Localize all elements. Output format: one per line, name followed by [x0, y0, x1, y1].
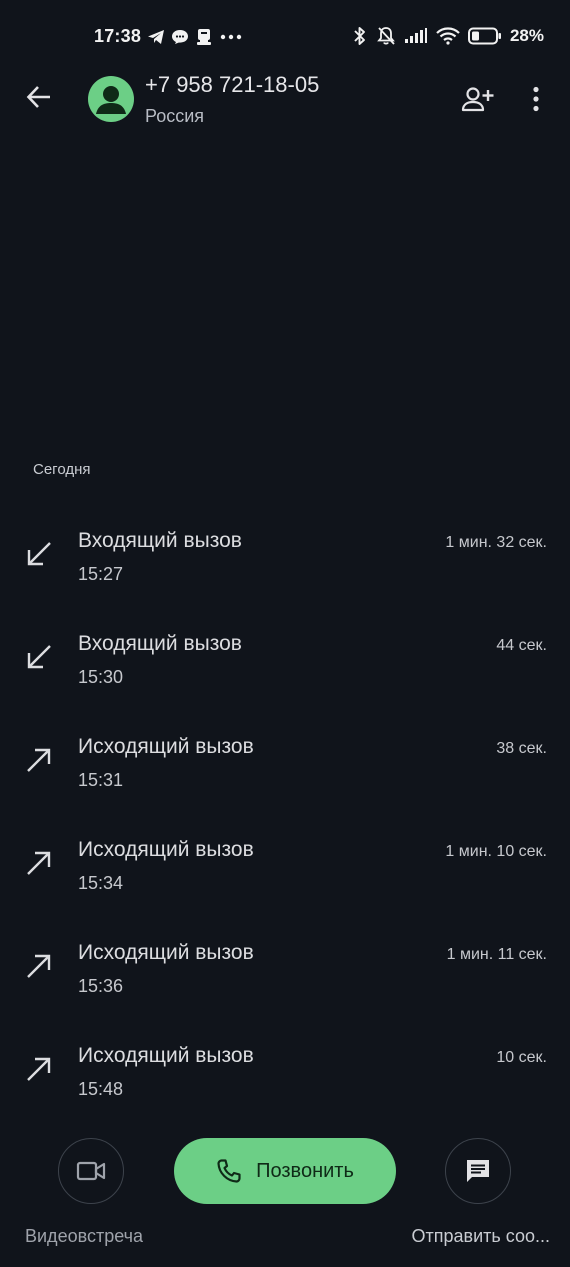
call-entry[interactable]: Исходящий вызов 15:48 10 сек.	[0, 1024, 570, 1127]
video-call-label[interactable]: Видеовстреча	[25, 1226, 143, 1247]
contact-number: +7 958 721-18-05	[145, 72, 320, 97]
call-duration: 44 сек.	[496, 637, 547, 654]
call-type: Исходящий вызов	[78, 1044, 254, 1067]
call-entry[interactable]: Исходящий вызов 15:36 1 мин. 11 сек.	[0, 921, 570, 1024]
outgoing-call-arrow-icon	[27, 748, 51, 772]
call-details-screen: 17:38 28% +7 958 721-18-05 Россия Сегодн…	[0, 0, 570, 1267]
call-duration: 1 мин. 10 сек.	[445, 843, 547, 860]
call-type: Исходящий вызов	[78, 838, 254, 861]
call-duration: 38 сек.	[496, 740, 547, 757]
back-button[interactable]	[22, 80, 56, 114]
battery-icon	[467, 27, 502, 45]
outgoing-call-arrow-icon	[27, 954, 51, 978]
call-entry[interactable]: Исходящий вызов 15:34 1 мин. 10 сек.	[0, 818, 570, 921]
call-type: Входящий вызов	[78, 632, 242, 655]
call-button-label: Позвонить	[256, 1159, 354, 1182]
status-bar: 17:38 28%	[0, 26, 570, 54]
add-contact-button[interactable]	[459, 82, 497, 116]
section-heading-today: Сегодня	[33, 461, 91, 478]
call-duration: 10 сек.	[496, 1049, 547, 1066]
send-message-button[interactable]	[445, 1138, 511, 1204]
call-time: 15:27	[78, 564, 124, 584]
incoming-call-arrow-icon	[27, 542, 51, 566]
call-type: Исходящий вызов	[78, 941, 254, 964]
wifi-icon	[436, 27, 460, 45]
more-dots-icon	[219, 33, 243, 41]
outgoing-call-arrow-icon	[27, 1057, 51, 1081]
status-right: 28%	[352, 26, 544, 46]
call-time: 15:36	[78, 976, 124, 996]
more-vert-icon	[533, 86, 539, 112]
contact-country: Россия	[145, 106, 205, 126]
call-time: 15:48	[78, 1079, 124, 1099]
more-options-button[interactable]	[524, 82, 548, 116]
person-icon	[96, 86, 126, 114]
send-message-label[interactable]: Отправить соо...	[412, 1226, 550, 1247]
telegram-icon	[147, 29, 165, 45]
battery-percent: 28%	[509, 26, 544, 45]
person-add-icon	[461, 87, 494, 112]
bluetooth-icon	[352, 26, 368, 46]
chat-bubble-icon	[171, 29, 189, 45]
outgoing-call-arrow-icon	[27, 851, 51, 875]
video-call-button[interactable]	[58, 1138, 124, 1204]
call-history-list: Входящий вызов 15:27 1 мин. 32 сек. Вход…	[0, 509, 570, 1127]
signal-icon	[404, 28, 428, 44]
contact-header: +7 958 721-18-05 Россия	[0, 66, 570, 132]
status-time: 17:38	[94, 26, 142, 46]
call-type: Входящий вызов	[78, 529, 242, 552]
call-time: 15:34	[78, 873, 124, 893]
call-entry[interactable]: Исходящий вызов 15:31 38 сек.	[0, 715, 570, 818]
call-entry[interactable]: Входящий вызов 15:27 1 мин. 32 сек.	[0, 509, 570, 612]
muted-bell-icon	[376, 26, 396, 46]
call-time: 15:31	[78, 770, 124, 790]
avatar	[88, 76, 134, 122]
call-duration: 1 мин. 32 сек.	[445, 534, 547, 551]
phone-icon	[217, 1159, 241, 1183]
videocam-icon	[76, 1161, 106, 1181]
status-left: 17:38	[94, 26, 243, 47]
message-icon	[467, 1160, 489, 1182]
call-type: Исходящий вызов	[78, 735, 254, 758]
incoming-call-arrow-icon	[27, 645, 51, 669]
call-button[interactable]: Позвонить	[174, 1138, 396, 1204]
call-entry[interactable]: Входящий вызов 15:30 44 сек.	[0, 612, 570, 715]
notification-icon	[195, 28, 213, 46]
arrow-back-icon	[26, 86, 50, 108]
call-duration: 1 мин. 11 сек.	[446, 946, 547, 963]
call-time: 15:30	[78, 667, 124, 687]
